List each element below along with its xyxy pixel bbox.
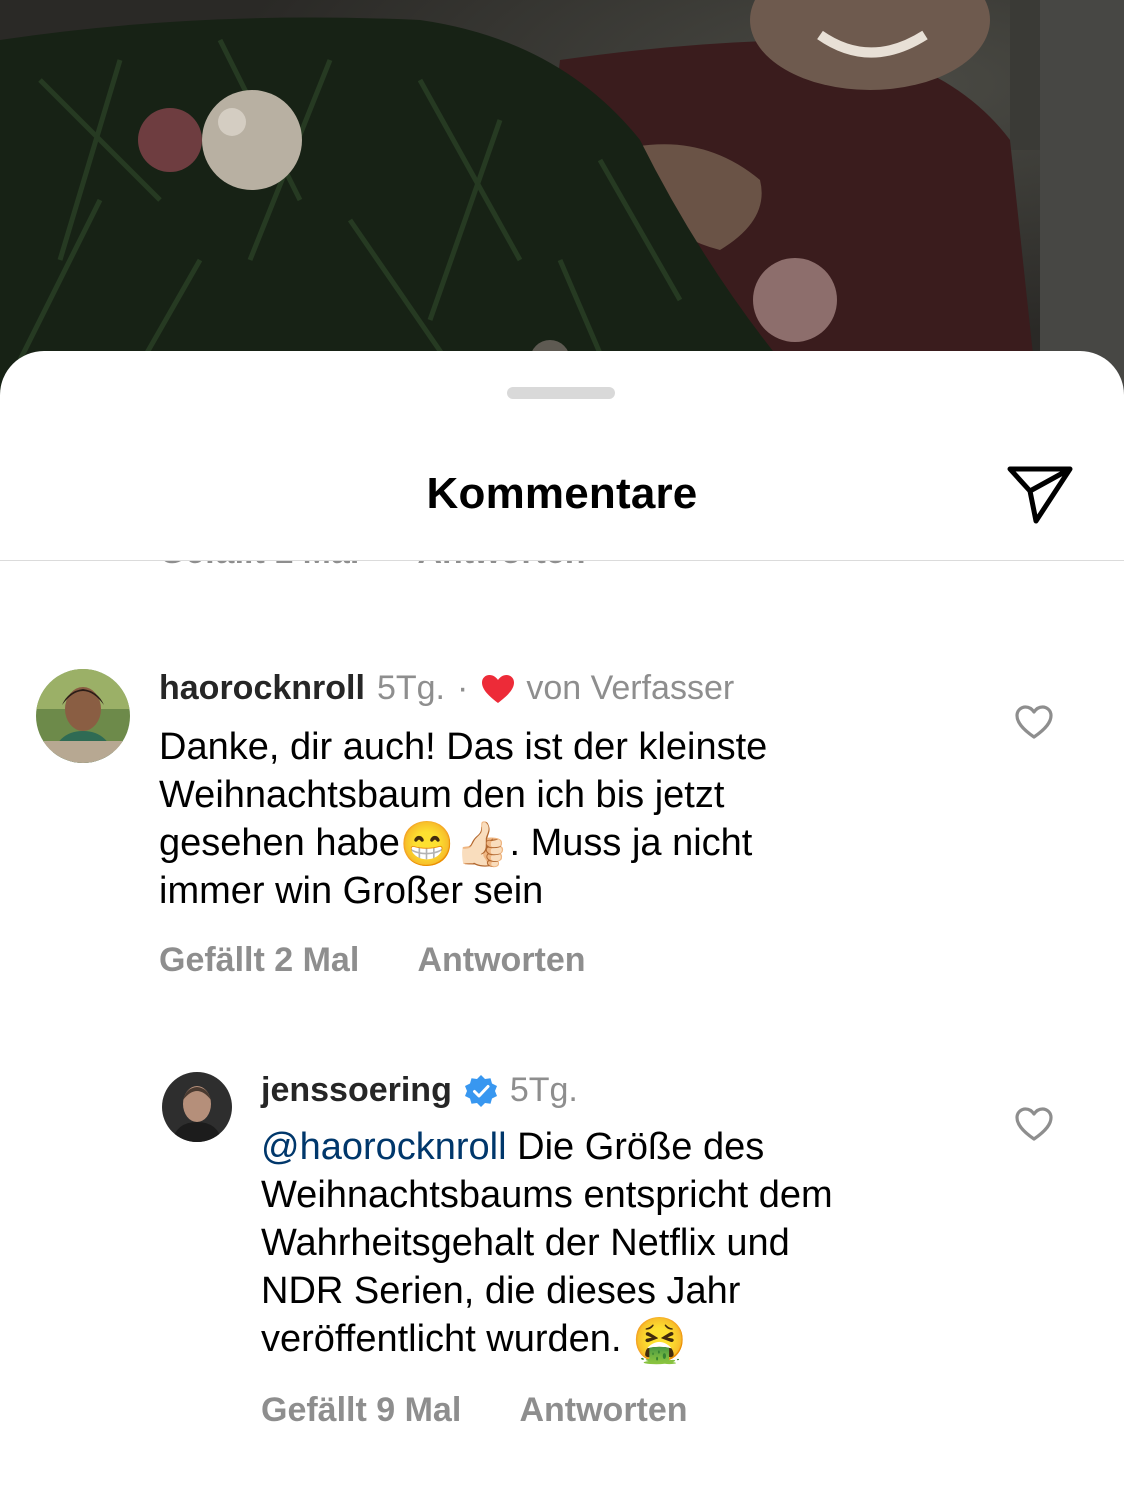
like-count[interactable]: Gefällt 9 Mal bbox=[261, 1391, 461, 1429]
like-button[interactable] bbox=[1014, 1106, 1054, 1142]
comment-meta: haorocknroll 5Tg. · von Verfasser bbox=[159, 669, 734, 708]
timestamp: 5Tg. bbox=[376, 669, 445, 707]
avatar[interactable] bbox=[162, 1072, 232, 1142]
comment-text-line: Wahrheitsgehalt der Netflix und bbox=[261, 1222, 790, 1264]
comment-actions: Gefällt 9 Mal Antworten bbox=[261, 1391, 688, 1430]
username[interactable]: haorocknroll bbox=[159, 669, 365, 708]
red-heart-icon bbox=[482, 674, 515, 703]
heart-outline-icon bbox=[1015, 705, 1053, 739]
comment-text-fragment: . Muss ja nicht bbox=[509, 822, 753, 864]
sheet-grabber[interactable] bbox=[507, 387, 615, 399]
share-button[interactable] bbox=[1004, 461, 1078, 527]
reply-button[interactable]: Antworten bbox=[417, 941, 585, 979]
like-count[interactable]: Gefällt 2 Mal bbox=[159, 941, 359, 979]
comment-actions: Gefällt 2 Mal Antworten bbox=[159, 941, 586, 980]
comments-sheet: Kommentare Gefällt 1 Mal Antworten bbox=[0, 351, 1124, 1489]
separator-dot: · bbox=[456, 669, 469, 707]
comment-text-line: immer win Großer sein bbox=[159, 870, 544, 912]
comment-meta: jenssoering 5Tg. bbox=[261, 1071, 578, 1110]
heart-outline-icon bbox=[1015, 1107, 1053, 1141]
comment-item: haorocknroll 5Tg. · von Verfasser Danke,… bbox=[0, 561, 1124, 1001]
reply-button[interactable]: Antworten bbox=[519, 1391, 687, 1429]
comment-text: Danke, dir auch! Das ist der kleinste We… bbox=[159, 723, 979, 915]
comment-text-fragment: Die Größe des bbox=[506, 1126, 765, 1168]
author-liked-label: von Verfasser bbox=[526, 669, 735, 707]
vomiting-emoji: 🤮 bbox=[632, 1316, 687, 1365]
comment-text-line: Danke, dir auch! Das ist der kleinste bbox=[159, 726, 768, 768]
like-button[interactable] bbox=[1014, 704, 1054, 740]
comment-text-line: @haorocknroll Die Größe des bbox=[261, 1123, 1001, 1171]
comment-text-line: NDR Serien, die dieses Jahr bbox=[261, 1270, 741, 1312]
thumbs-up-emoji: 👍🏻 bbox=[454, 820, 510, 869]
timestamp: 5Tg. bbox=[509, 1071, 578, 1109]
comment-text-line: Weihnachtsbaum den ich bis jetzt bbox=[159, 774, 725, 816]
comment-text-fragment: gesehen habe bbox=[159, 822, 400, 864]
verified-badge-icon bbox=[464, 1074, 497, 1107]
comment-text: @haorocknroll Die Größe des Weihnachtsba… bbox=[261, 1123, 1001, 1363]
comment-text-line: veröffentlicht wurden. 🤮 bbox=[261, 1315, 1001, 1363]
reply-comment-item: jenssoering 5Tg. @haorocknroll Die Größe… bbox=[0, 1061, 1124, 1489]
comments-list[interactable]: Gefällt 1 Mal Antworten haorocknroll 5Tg… bbox=[0, 561, 1124, 1489]
sheet-title: Kommentare bbox=[426, 469, 698, 518]
username[interactable]: jenssoering bbox=[261, 1071, 452, 1110]
comment-text-line: Weihnachtsbaums entspricht dem bbox=[261, 1174, 833, 1216]
grinning-emoji: 😁 bbox=[399, 820, 455, 869]
comment-text-line: gesehen habe😁👍🏻. Muss ja nicht bbox=[159, 819, 979, 867]
mention-link[interactable]: @haorocknroll bbox=[261, 1126, 507, 1168]
avatar[interactable] bbox=[36, 669, 130, 763]
paper-plane-icon bbox=[1007, 466, 1073, 524]
comment-text-fragment: veröffentlicht wurden. bbox=[261, 1318, 633, 1360]
